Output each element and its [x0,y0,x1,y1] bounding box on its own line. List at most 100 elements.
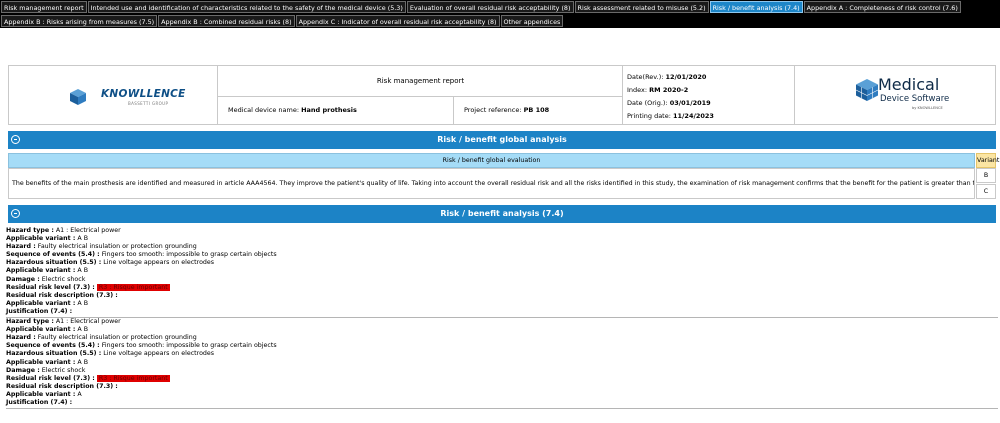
knowllence-brand: KNOWLLENCE [101,88,186,100]
applicable-variant-row: Applicable variant : A B [6,326,998,334]
hazard-label: Hazard : [6,334,36,342]
hazard-value: Faulty electrical insulation or protecti… [37,334,197,342]
sequence-of-events-row: Sequence of events (5.4) : Fingers too s… [6,251,998,259]
variant-cell: B [976,168,996,183]
mds-line1: Medical [878,75,940,94]
justification-label: Justification (7.4) : [6,307,73,315]
hazard-label: Hazard : [6,243,36,251]
tab-other-appendices[interactable]: Other appendices [500,15,564,27]
tab-appendix-b-risks-measures[interactable]: Appendix B : Risks arising from measures… [1,15,158,27]
damage-value: Electric shock [41,275,86,283]
variant-header: Variant [976,153,999,168]
residual-risk-level-label: Residual risk level (7.3) : [6,374,95,382]
project-reference-value: PB 108 [523,106,550,114]
knowllence-logo: KNOWLLENCE BASSETTI GROUP [9,66,218,124]
date-rev: Date(Rev.): 12/01/2020 [627,71,794,84]
applicable-variant-row: Applicable variant : A B [6,235,998,243]
hazard-type-label: Hazard type : [6,227,54,234]
applicable-variant-value: A B [77,235,89,243]
residual-risk-level-badge: R3 : Risque important [96,283,170,291]
applicable-variant-row: Applicable variant : A B [6,267,998,275]
damage-label: Damage : [6,366,40,374]
residual-risk-level-row: Residual risk level (7.3) : R3 : Risque … [6,374,998,383]
report-header: KNOWLLENCE BASSETTI GROUP Risk managemen… [8,65,996,125]
applicable-variant-label: Applicable variant : [6,267,76,275]
residual-risk-description-row: Residual risk description (7.3) : [6,383,998,391]
global-analysis-bar: Risk / benefit global analysis [8,131,996,149]
index-value: RM 2020-2 [649,86,689,94]
residual-risk-description-label: Residual risk description (7.3) : [6,291,118,299]
hazard-entry: Hazard type : A1 : Electrical power Appl… [6,318,998,410]
hazardous-situation-value: Line voltage appears on electrodes [103,259,215,267]
residual-risk-description-row: Residual risk description (7.3) : [6,292,998,300]
hazard-entry: Hazard type : A1 : Electrical power Appl… [6,227,998,319]
tab-appendix-c[interactable]: Appendix C : Indicator of overall residu… [295,15,500,27]
report-info: Risk management report Medical device na… [218,66,623,124]
residual-risk-level-row: Residual risk level (7.3) : R3 : Risque … [6,283,998,292]
applicable-variant-value: A B [77,267,89,275]
applicable-variant-label: Applicable variant : [6,390,76,398]
sequence-of-events-row: Sequence of events (5.4) : Fingers too s… [6,342,998,350]
collapse-toggle-icon[interactable] [11,209,20,218]
global-evaluation-header: Risk / benefit global evaluation [8,153,975,168]
hazardous-situation-value: Line voltage appears on electrodes [103,350,215,358]
tab-intended-use[interactable]: Intended use and identification of chara… [87,1,406,13]
sequence-of-events-value: Fingers too smooth: impossible to grasp … [101,251,277,259]
device-name: Medical device name: Hand prothesis [218,96,454,124]
hazard-type-value: A1 : Electrical power [55,227,121,234]
hazardous-situation-row: Hazardous situation (5.5) : Line voltage… [6,350,998,358]
applicable-variant-label: Applicable variant : [6,358,76,366]
hazard-type-value: A1 : Electrical power [55,318,121,326]
index: Index: RM 2020-2 [627,84,794,97]
hazard-type-row: Hazard type : A1 : Electrical power [6,318,998,326]
tab-appendix-a[interactable]: Appendix A : Completeness of risk contro… [803,1,961,13]
date-orig-value: 03/01/2019 [669,99,711,107]
global-analysis-title: Risk / benefit global analysis [437,135,567,144]
tab-risk-management-report[interactable]: Risk management report [1,1,87,13]
index-label: Index: [627,86,648,94]
tab-row-2: Appendix B : Risks arising from measures… [0,14,1000,28]
hazard-type-label: Hazard type : [6,318,54,326]
damage-row: Damage : Electric shock [6,276,998,284]
applicable-variant-row: Applicable variant : A B [6,359,998,367]
sequence-of-events-label: Sequence of events (5.4) : [6,251,100,259]
justification-row: Justification (7.4) : [6,399,998,407]
mds-line2: Device Software [880,94,950,104]
residual-risk-level-label: Residual risk level (7.3) : [6,283,95,291]
risk-benefit-analysis-title: Risk / benefit analysis (7.4) [440,209,564,218]
applicable-variant-label: Applicable variant : [6,326,76,334]
medical-device-software-logo: Medical Device Software by KNOWLLENCE [795,66,995,124]
justification-row: Justification (7.4) : [6,308,998,316]
hazardous-situation-label: Hazardous situation (5.5) : [6,350,102,358]
printing-date-label: Printing date: [627,112,671,120]
hazard-row: Hazard : Faulty electrical insulation or… [6,334,998,342]
tab-appendix-b-combined-residual[interactable]: Appendix B : Combined residual risks (8) [158,15,295,27]
applicable-variant-value: A B [77,326,89,334]
knowllence-cube-icon [70,89,86,105]
hazardous-situation-label: Hazardous situation (5.5) : [6,259,102,267]
damage-label: Damage : [6,275,40,283]
applicable-variant-value: A [77,390,82,398]
global-evaluation-text: The benefits of the main prosthesis are … [8,168,975,199]
tab-evaluation-overall-residual-risk[interactable]: Evaluation of overall residual risk acce… [406,1,574,13]
risk-benefit-analysis-bar: Risk / benefit analysis (7.4) [8,205,996,223]
applicable-variant-value: A B [77,299,89,307]
date-rev-value: 12/01/2020 [665,73,707,81]
sequence-of-events-value: Fingers too smooth: impossible to grasp … [101,342,277,350]
tab-risk-assessment-misuse[interactable]: Risk assessment related to misuse (5.2) [574,1,709,13]
project-reference-label: Project reference: [464,106,522,114]
collapse-toggle-icon[interactable] [11,135,20,144]
damage-value: Electric shock [41,366,86,374]
residual-risk-level-badge: R3 : Risque important [96,374,170,382]
hazard-row: Hazard : Faulty electrical insulation or… [6,243,998,251]
tab-row-1: Risk management report Intended use and … [0,0,1000,14]
variant-cell: C [976,184,996,199]
sequence-of-events-label: Sequence of events (5.4) : [6,342,100,350]
tab-bar: Risk management report Intended use and … [0,0,1000,28]
report-title: Risk management report [218,66,623,97]
global-evaluation-table: Risk / benefit global evaluation Variant… [8,153,999,199]
tab-risk-benefit-analysis[interactable]: Risk / benefit analysis (7.4) [709,1,803,13]
applicable-variant-label: Applicable variant : [6,299,76,307]
applicable-variant-value: A B [77,358,89,366]
date-orig-label: Date (Orig.): [627,99,668,107]
